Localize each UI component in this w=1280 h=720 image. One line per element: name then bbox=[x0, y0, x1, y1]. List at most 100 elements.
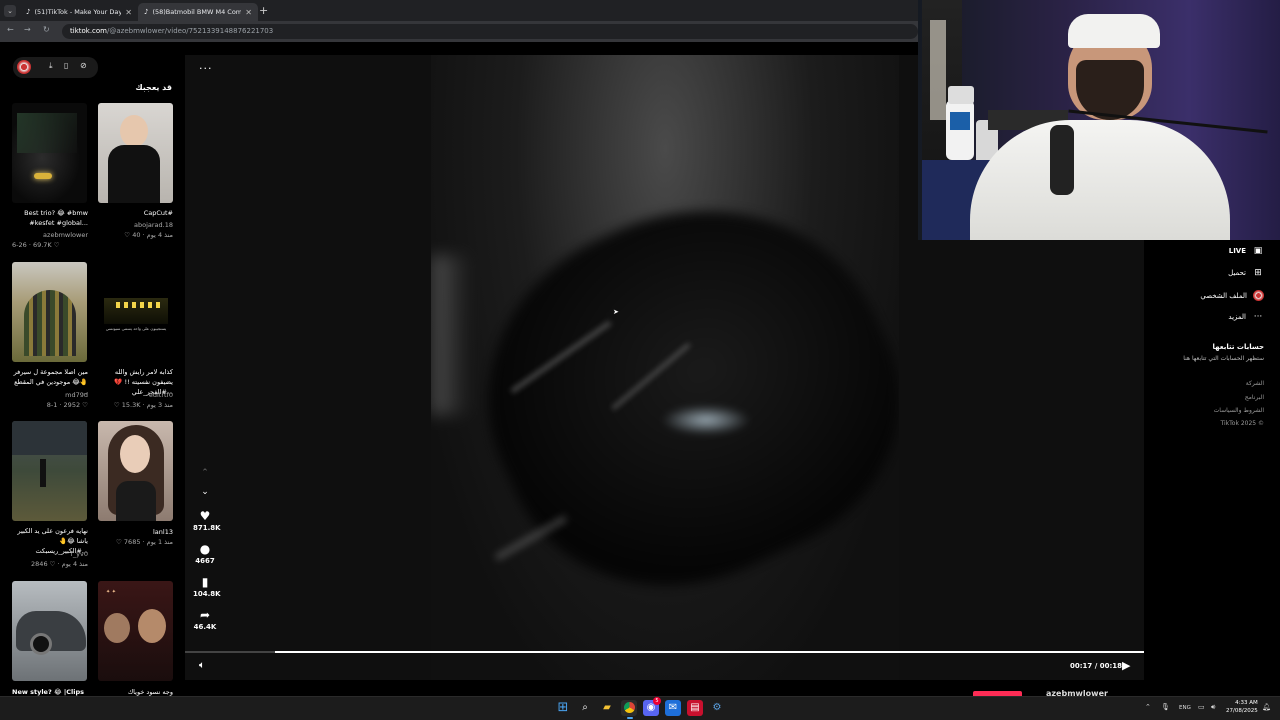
video-meta: 2846 ♡ · منذ 4 يوم bbox=[31, 560, 88, 568]
video-thumbnail[interactable] bbox=[12, 103, 87, 203]
phone-icon[interactable]: ▯ bbox=[64, 61, 68, 70]
download-icon[interactable]: ⤓ bbox=[49, 61, 53, 71]
volume-tray-icon[interactable]: 🔊︎ bbox=[1211, 703, 1215, 712]
comment-icon: ● bbox=[199, 542, 211, 556]
tab-video-active[interactable]: ♪ (58)Batmobil BMW M4 Compe ✕ bbox=[138, 3, 258, 21]
sidebar-item-upload[interactable]: تحميل ⊞ bbox=[1228, 268, 1264, 278]
play-icon[interactable]: ▶ bbox=[1122, 659, 1130, 672]
video-author[interactable]: editrtf0 bbox=[98, 391, 173, 399]
video-author[interactable]: f_yv0 bbox=[12, 550, 88, 558]
compass-icon[interactable]: ⊘ bbox=[80, 61, 87, 70]
forward-icon[interactable]: → bbox=[24, 25, 31, 34]
more-icon: ··· bbox=[1253, 312, 1263, 322]
video-author[interactable]: abojarad.18 bbox=[98, 221, 173, 229]
windows-start-icon[interactable]: ⊞ bbox=[555, 700, 571, 716]
search-icon[interactable]: ⌕ bbox=[577, 700, 593, 716]
chat-badge: 5 bbox=[653, 697, 661, 705]
monitor-icon[interactable]: ▭ bbox=[1198, 703, 1205, 711]
tab-tiktok-home[interactable]: ♪ (51)TikTok - Make Your Day ✕ bbox=[20, 3, 138, 21]
chevron-up-icon[interactable]: ⌃ bbox=[1145, 703, 1151, 711]
following-title: حسابات تتابعها bbox=[1212, 343, 1264, 351]
tab-search-button[interactable]: ⌄ bbox=[4, 5, 16, 17]
steam-icon[interactable]: ⚙ bbox=[709, 700, 725, 716]
live-icon: ▣ bbox=[1253, 246, 1263, 256]
tab-label: (51)TikTok - Make Your Day bbox=[34, 8, 122, 16]
active-app-indicator bbox=[627, 717, 633, 719]
save-button[interactable]: ▮ 104.8K bbox=[193, 575, 221, 598]
video-meta: 8-1 · 2952 ♡ bbox=[46, 401, 88, 409]
suggested-title: قد يعجبك bbox=[135, 83, 172, 92]
video-thumbnail[interactable]: يستجيبون على واحد يسمى سبوتسي bbox=[98, 262, 173, 362]
clock-time: 4:33 AM bbox=[1235, 700, 1258, 706]
outlook-icon[interactable]: ✉ bbox=[665, 700, 681, 716]
microphone-icon[interactable]: 🎙︎ bbox=[1161, 703, 1170, 711]
video-side-column bbox=[185, 55, 431, 680]
video-caption[interactable]: CapCut# bbox=[98, 208, 173, 218]
video-meta: ♡ 7685 · منذ 1 يوم bbox=[116, 538, 173, 546]
avatar-icon bbox=[1253, 290, 1264, 301]
video-thumbnail[interactable] bbox=[12, 581, 87, 681]
video-thumbnail[interactable] bbox=[98, 421, 173, 521]
new-tab-button[interactable]: + bbox=[259, 4, 268, 17]
app-icon[interactable]: ▤ bbox=[687, 700, 703, 716]
video-time: 00:17 / 00:18 bbox=[1070, 662, 1122, 670]
like-count: 871.8K bbox=[193, 524, 221, 532]
video-thumbnail[interactable] bbox=[12, 262, 87, 362]
sidebar-item-label: المزيد bbox=[1228, 313, 1246, 321]
url-path: /@azebmwlower/video/7521339148876221703 bbox=[107, 27, 274, 35]
like-button[interactable]: ♥ 871.8K bbox=[193, 509, 221, 532]
tiktok-icon: ♪ bbox=[26, 8, 31, 16]
tiktok-icon: ♪ bbox=[144, 8, 149, 16]
video-author[interactable]: azebmwlower bbox=[12, 231, 88, 239]
sidebar-item-profile[interactable]: الملف الشخصي bbox=[1200, 290, 1264, 301]
language-indicator[interactable]: ENG bbox=[1179, 705, 1191, 711]
video-meta: ♡ 40 · منذ 4 يوم bbox=[124, 231, 173, 239]
video-caption[interactable]: lanl13 bbox=[98, 527, 173, 537]
taskbar bbox=[0, 696, 1280, 720]
share-icon: ➦ bbox=[199, 608, 211, 622]
url-bar[interactable]: tiktok.com/@azebmwlower/video/7521339148… bbox=[62, 24, 918, 39]
footer-link[interactable]: الشروط والسياسات bbox=[1214, 407, 1264, 414]
video-caption[interactable]: Best trio? 😂 #bmw #kesfet #global... bbox=[12, 208, 88, 228]
chevron-up-icon: ⌃ bbox=[201, 468, 209, 478]
scroll-up-button[interactable]: ⌃ bbox=[193, 468, 217, 478]
reload-icon[interactable]: ↻ bbox=[43, 25, 50, 34]
close-icon[interactable]: ✕ bbox=[245, 8, 252, 17]
upload-icon: ⊞ bbox=[1254, 268, 1262, 278]
folder-icon[interactable]: ▰ bbox=[599, 700, 615, 716]
progress-fill bbox=[185, 651, 275, 653]
video-thumbnail[interactable] bbox=[98, 103, 173, 203]
video-thumbnail[interactable]: ✦ ✦ bbox=[98, 581, 173, 681]
share-count: 46.4K bbox=[193, 623, 217, 631]
clock-date: 27/08/2025 bbox=[1226, 708, 1258, 714]
video-meta: ♡ 15.3K · منذ 3 يوم bbox=[113, 401, 173, 409]
volume-icon[interactable]: 🔈︎ bbox=[199, 660, 205, 671]
footer-link[interactable]: الشركة bbox=[1246, 380, 1264, 387]
sidebar-item-label: LIVE bbox=[1228, 247, 1246, 255]
video-thumbnail[interactable] bbox=[12, 421, 87, 521]
thumbnail-overlay-text: يستجيبون على واحد يسمى سبوتسي bbox=[105, 326, 167, 331]
scroll-down-button[interactable]: ⌄ bbox=[193, 487, 217, 497]
right-sidebar bbox=[1144, 240, 1280, 696]
back-icon[interactable]: ← bbox=[7, 25, 14, 34]
sidebar-item-more[interactable]: المزيد ··· bbox=[1228, 312, 1264, 322]
notification-icon[interactable]: 🔔︎ bbox=[1262, 703, 1271, 711]
following-subtitle: ستظهر الحسابات التي تتابعها هنا bbox=[1183, 355, 1264, 362]
chrome-icon[interactable] bbox=[621, 700, 637, 716]
url-host: tiktok.com bbox=[70, 27, 107, 35]
clock[interactable]: 4:33 AM 27/08/2025 bbox=[1226, 699, 1258, 715]
progress-bar[interactable] bbox=[185, 651, 1144, 653]
comment-count: 4667 bbox=[195, 557, 215, 565]
share-button[interactable]: ➦ 46.4K bbox=[193, 608, 217, 631]
footer-copyright: TikTok 2025 © bbox=[1220, 420, 1265, 427]
footer-link[interactable]: البرنامج bbox=[1245, 394, 1264, 401]
comment-button[interactable]: ● 4667 bbox=[193, 542, 217, 565]
save-count: 104.8K bbox=[193, 590, 221, 598]
close-icon[interactable]: ✕ bbox=[125, 8, 132, 17]
avatar[interactable] bbox=[17, 60, 31, 74]
video-player[interactable] bbox=[431, 55, 899, 680]
video-author[interactable]: md79d bbox=[12, 391, 88, 399]
more-options-icon[interactable]: ··· bbox=[199, 62, 213, 75]
sidebar-item-live[interactable]: LIVE ▣ bbox=[1229, 246, 1264, 256]
sidebar-item-label: الملف الشخصي bbox=[1200, 291, 1247, 300]
